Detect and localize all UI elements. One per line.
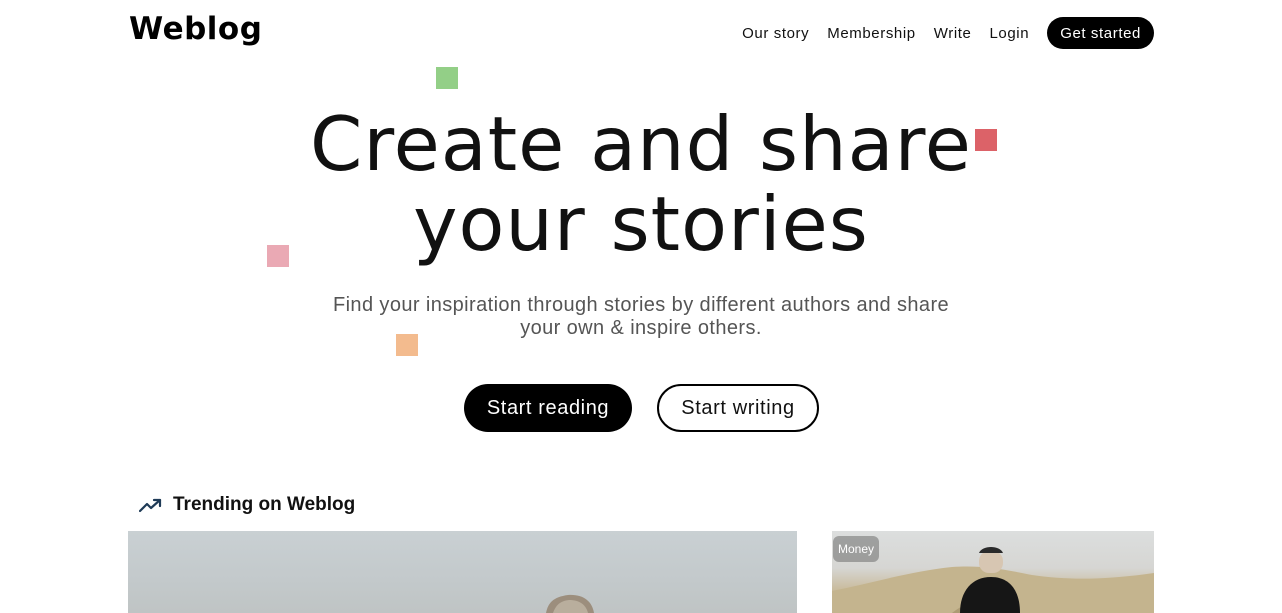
nav-write[interactable]: Write [934, 25, 972, 42]
hero-title: Create and share your stories [0, 104, 1282, 264]
nav-membership[interactable]: Membership [827, 25, 916, 42]
dunes-person-illustration [832, 547, 1154, 613]
category-badge[interactable]: Money [833, 536, 880, 562]
trending-up-icon [139, 498, 162, 513]
trending-card-image-1[interactable] [128, 531, 797, 613]
nav-login[interactable]: Login [989, 25, 1029, 42]
decor-square-green [436, 67, 458, 89]
top-nav: Our story Membership Write Login Get sta… [742, 17, 1154, 49]
page: Weblog Our story Membership Write Login … [0, 0, 1282, 613]
start-reading-button[interactable]: Start reading [464, 384, 632, 432]
trending-title: Trending on Weblog [173, 494, 356, 515]
trending-header: Trending on Weblog [139, 494, 355, 516]
nav-our-story[interactable]: Our story [742, 25, 809, 42]
hero-subtitle: Find your inspiration through stories by… [332, 294, 950, 339]
trending-card-image-2[interactable] [832, 531, 1154, 613]
get-started-button[interactable]: Get started [1047, 17, 1154, 49]
logo[interactable]: Weblog [129, 11, 262, 47]
hero-title-line-2: your stories [413, 180, 869, 268]
hat-person-illustration [546, 594, 594, 613]
hero-title-line-1: Create and share [310, 100, 972, 188]
start-writing-button[interactable]: Start writing [657, 384, 819, 432]
